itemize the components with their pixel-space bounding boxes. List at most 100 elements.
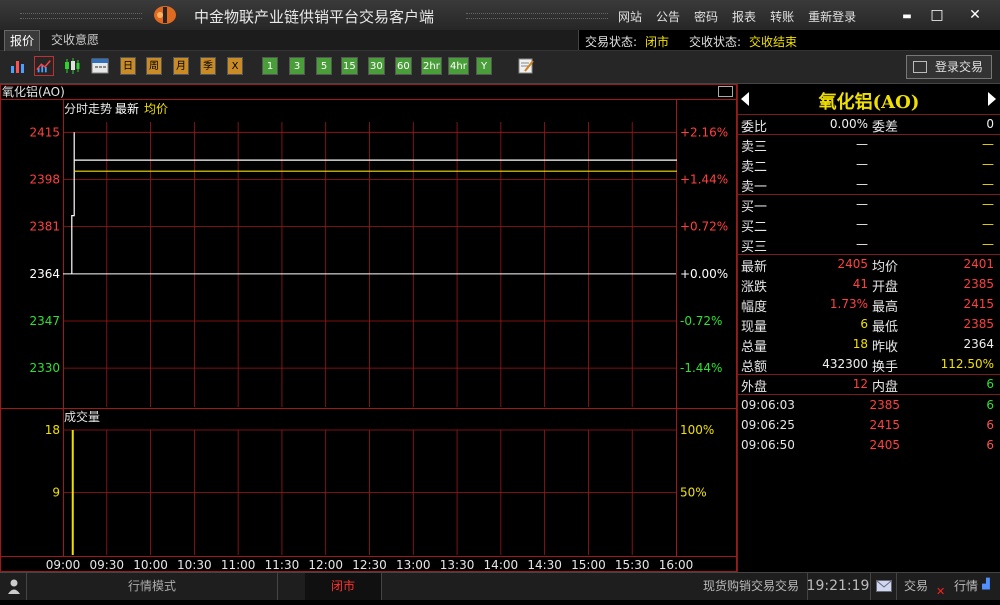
ask-price: —	[856, 137, 868, 151]
period-day-button[interactable]: 日	[120, 57, 136, 75]
percent-tick-label: -1.44%	[680, 361, 722, 375]
stat-value: 2385	[963, 317, 994, 331]
bar-chart-icon[interactable]	[8, 56, 28, 76]
mail-icon	[876, 580, 892, 592]
tick-volume: 6	[986, 418, 994, 432]
time-tick-label: 16:00	[659, 558, 694, 572]
stat-row: 涨跌 41 开盘 2385	[738, 275, 1000, 295]
order-ratio-row: 委比 0.00% 委差 0	[738, 115, 1000, 135]
menu-notice[interactable]: 公告	[656, 8, 680, 25]
ask-price: —	[856, 177, 868, 191]
period-quarter-button[interactable]: 季	[200, 57, 216, 75]
stat-row: 总量 18 昨收 2364	[738, 335, 1000, 355]
minute-5-button[interactable]: 5	[316, 57, 332, 75]
price-tick-label: 2398	[29, 172, 60, 186]
scrolling-notice: 现货购销交易交易	[700, 573, 808, 600]
stat-label: 涨跌	[741, 280, 768, 295]
user-icon	[8, 579, 20, 594]
menu-report[interactable]: 报表	[732, 8, 756, 25]
stat-label: 幅度	[741, 300, 768, 315]
ask-volume: —	[982, 157, 994, 171]
stat-label: 总额	[741, 360, 768, 375]
ask-row[interactable]: 卖二 — —	[738, 155, 1000, 175]
time-tick-label: 09:00	[46, 558, 81, 572]
close-button[interactable]: ✕	[966, 6, 984, 24]
bid-row[interactable]: 买一 — —	[738, 195, 1000, 215]
message-cell[interactable]	[872, 573, 897, 600]
price-tick-label: 2364	[29, 267, 60, 281]
stat-label: 现量	[741, 320, 768, 335]
minute-15-button[interactable]: 15	[341, 57, 358, 75]
top-menu: 网站 公告 密码 报表 转账 重新登录	[618, 8, 870, 25]
menu-transfer[interactable]: 转账	[770, 8, 794, 25]
trade-connection-label: 交易	[904, 579, 929, 593]
period-x-button[interactable]: Ⅹ	[227, 57, 243, 75]
time-tick-label: 12:30	[352, 558, 387, 572]
market-mode[interactable]: 行情模式	[27, 573, 278, 600]
maximize-button[interactable]: □	[928, 6, 946, 24]
ask-label: 卖三	[741, 140, 768, 155]
quote-connection[interactable]: 行情 ▟	[954, 573, 1000, 600]
hour-2-button[interactable]: 2hr	[421, 57, 442, 75]
tick-row: 09:06:50 2405 6	[738, 435, 1000, 455]
tab-delivery-intent[interactable]: 交收意愿	[46, 30, 104, 50]
stat-value: 432300	[822, 357, 868, 371]
menu-password[interactable]: 密码	[694, 8, 718, 25]
maximize-icon: □	[930, 7, 944, 23]
time-tick-label: 12:00	[308, 558, 343, 572]
neipan-value: 6	[986, 377, 994, 391]
time-tick-label: 10:30	[177, 558, 212, 572]
price-tick-label: 2381	[29, 220, 60, 234]
bid-volume: —	[982, 197, 994, 211]
period-week-button[interactable]: 周	[146, 57, 162, 75]
time-tick-label: 09:30	[89, 558, 124, 572]
minute-30-button[interactable]: 30	[368, 57, 385, 75]
period-month-button[interactable]: 月	[173, 57, 189, 75]
hour-4-button[interactable]: 4hr	[448, 57, 469, 75]
quote-panel: 氧化铝(AO) 委比 0.00% 委差 0 卖三 — — 卖二 — — 卖一 —…	[737, 84, 1000, 572]
calendar-icon[interactable]	[90, 56, 110, 76]
bid-volume: —	[982, 217, 994, 231]
waipan-value: 12	[852, 377, 868, 391]
ask-price: —	[856, 157, 868, 171]
menu-website[interactable]: 网站	[618, 8, 642, 25]
title-decoration	[20, 13, 142, 19]
intraday-chart: 氧化铝(AO) 分时走势 最新 均价成交量 09:00 09:30 10:00 10:30 11…	[0, 84, 737, 572]
stat-value: 18	[852, 337, 868, 351]
time-tick-label: 14:30	[527, 558, 562, 572]
ask-volume: —	[982, 137, 994, 151]
trade-connection[interactable]: 交易 ✕	[904, 573, 948, 600]
stat-value: 2401	[963, 257, 994, 271]
ask-row[interactable]: 卖一 — —	[738, 175, 1000, 195]
bid-price: —	[856, 217, 868, 231]
delivery-status-value: 交收结束	[749, 35, 798, 49]
login-trade-button[interactable]: 登录交易	[906, 55, 992, 79]
app-title: 中金物联产业链供销平台交易客户端	[194, 8, 435, 26]
user-cell[interactable]	[0, 573, 27, 600]
ask-row[interactable]: 卖三 — —	[738, 135, 1000, 155]
minute-60-button[interactable]: 60	[395, 57, 412, 75]
bid-row[interactable]: 买三 — —	[738, 235, 1000, 255]
next-product-icon[interactable]	[988, 92, 996, 106]
tick-price: 2405	[869, 438, 900, 452]
volume-tick-label: 18	[45, 423, 60, 437]
minimize-icon: ▬	[902, 11, 912, 22]
minute-3-button[interactable]: 3	[289, 57, 305, 75]
minimize-button[interactable]: ▬	[898, 6, 916, 24]
stat-row: 总额 432300 换手 112.50%	[738, 355, 1000, 375]
bid-row[interactable]: 买二 — —	[738, 215, 1000, 235]
chart-product-name: 氧化铝(AO)	[2, 84, 65, 99]
candlestick-icon[interactable]	[62, 56, 82, 76]
ask-label: 卖一	[741, 180, 768, 195]
menu-relogin[interactable]: 重新登录	[808, 8, 856, 25]
volume-title: 成交量	[64, 409, 100, 424]
expand-panel-icon	[718, 86, 733, 97]
stat-value: 2405	[837, 257, 868, 271]
tab-quote[interactable]: 报价	[4, 30, 41, 51]
year-button[interactable]: Y	[476, 57, 492, 75]
line-chart-icon[interactable]	[34, 56, 54, 76]
minute-1-button[interactable]: 1	[262, 57, 278, 75]
percent-tick-label: -0.72%	[680, 314, 722, 328]
bid-price: —	[856, 197, 868, 211]
edit-note-icon[interactable]	[516, 56, 536, 76]
